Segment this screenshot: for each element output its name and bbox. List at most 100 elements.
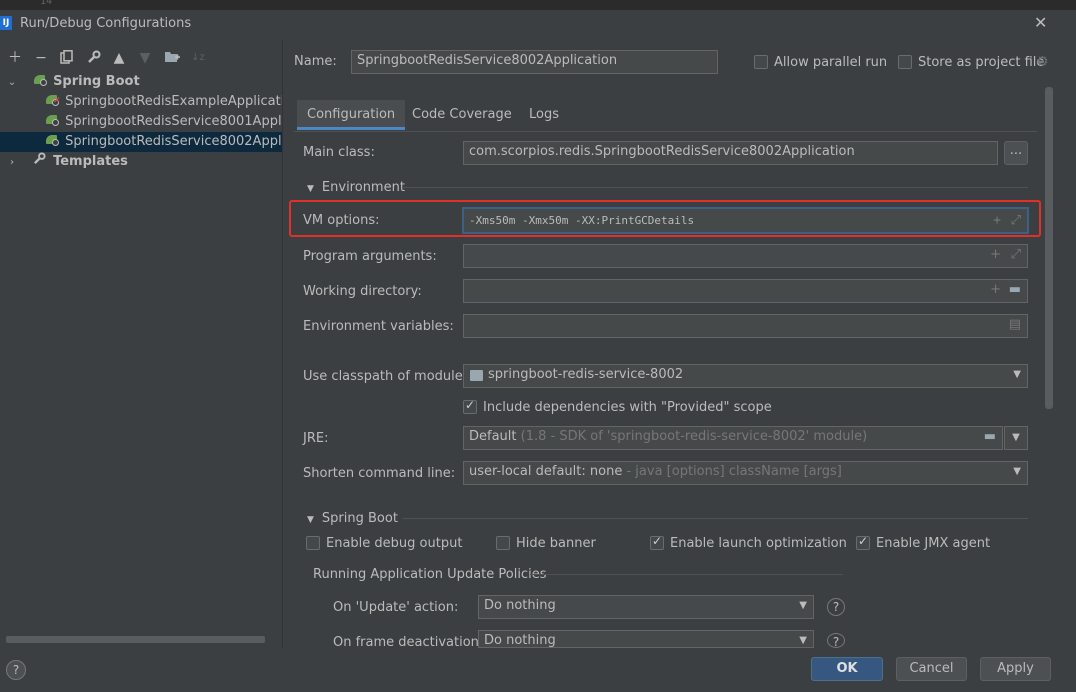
spring-boot-icon <box>33 74 49 86</box>
spring-boot-section-label: Spring Boot <box>321 511 398 526</box>
allow-parallel-label: Allow parallel run <box>774 55 888 70</box>
folder-icon[interactable]: ▬ <box>984 427 996 447</box>
jre-input[interactable]: Default (1.8 - SDK of 'springboot-redis-… <box>463 426 1003 450</box>
main-class-label: Main class: <box>303 145 375 160</box>
shorten-select[interactable]: user-local default: none - java [options… <box>463 461 1028 485</box>
jre-label: JRE: <box>303 431 329 446</box>
splitter[interactable] <box>282 40 283 650</box>
help-icon[interactable]: ? <box>827 633 845 649</box>
expand-plus-icon[interactable]: + <box>990 245 1001 265</box>
classpath-select[interactable]: springboot-redis-service-8002 ▼ <box>463 364 1028 388</box>
apply-button[interactable]: Apply <box>980 657 1051 681</box>
tree-item-example-app[interactable]: ✕ SpringbootRedisExampleApplication <box>0 92 282 112</box>
chevron-right-icon[interactable]: › <box>6 153 18 172</box>
tab-code-coverage[interactable]: Code Coverage <box>402 100 522 130</box>
on-update-select[interactable]: Do nothing ▼ <box>478 595 814 619</box>
launch-optimization-label: Enable launch optimization <box>670 536 847 551</box>
on-update-value: Do nothing <box>484 598 556 613</box>
module-folder-icon <box>470 370 483 381</box>
shorten-value: user-local default: none <box>469 464 623 479</box>
store-as-file-checkbox[interactable] <box>898 55 912 69</box>
working-dir-label: Working directory: <box>303 284 422 299</box>
tree-item-service-8001[interactable]: SpringbootRedisService8001Application <box>0 112 282 132</box>
wrench-icon[interactable] <box>86 50 102 66</box>
chevron-down-icon[interactable]: ▼ <box>1013 365 1021 385</box>
on-frame-select[interactable]: Do nothing ▼ <box>478 630 814 648</box>
main-class-input[interactable]: com.scorpios.redis.SpringbootRedisServic… <box>463 141 998 165</box>
classpath-label: Use classpath of module: <box>303 369 468 384</box>
spring-boot-divider <box>402 518 1028 519</box>
chevron-down-icon[interactable]: ⌄ <box>6 73 18 92</box>
browse-button[interactable]: ... <box>1004 141 1028 165</box>
tree-horizontal-scrollbar[interactable] <box>6 636 265 643</box>
intellij-icon: IJ <box>0 16 12 30</box>
chevron-down-icon[interactable]: ▼ <box>799 631 807 647</box>
folder-icon[interactable]: ▬ <box>1009 280 1021 300</box>
shorten-label: Shorten command line: <box>303 466 456 481</box>
tree-item-templates[interactable]: › Templates <box>0 152 282 172</box>
tree-item-label: SpringbootRedisService8001Application <box>65 114 282 129</box>
name-label: Name: <box>294 54 337 69</box>
launch-optimization-checkbox[interactable] <box>650 534 664 550</box>
expand-plus-icon[interactable]: + <box>990 280 1001 300</box>
classpath-value: springboot-redis-service-8002 <box>488 367 684 382</box>
tree-item-label: SpringbootRedisService8002Application <box>65 134 282 149</box>
tab-logs[interactable]: Logs <box>519 100 569 130</box>
cancel-button[interactable]: Cancel <box>896 657 967 681</box>
add-icon[interactable]: ＋ <box>7 50 23 66</box>
env-vars-label: Environment variables: <box>303 319 454 334</box>
chevron-down-icon[interactable]: ▼ <box>799 596 807 616</box>
enable-debug-label: Enable debug output <box>326 536 463 551</box>
move-up-icon[interactable]: ▲ <box>111 50 127 66</box>
ok-button[interactable]: OK <box>811 657 883 681</box>
triangle-down-icon: ▼ <box>307 515 314 525</box>
configuration-tree: ⌄ Spring Boot ✕ SpringbootRedisExampleAp… <box>0 72 282 647</box>
gear-icon[interactable]: ⚙ <box>1036 54 1049 70</box>
program-args-input[interactable]: + ⤢ <box>463 244 1028 268</box>
new-folder-icon[interactable] <box>164 50 180 66</box>
run-debug-dialog: 14 IJ Run/Debug Configurations ✕ ＋ − ▲ ▼… <box>0 0 1076 692</box>
environment-section[interactable]: ▼ Environment <box>307 180 405 195</box>
config-vertical-scrollbar[interactable] <box>1045 87 1053 409</box>
tree-item-service-8002[interactable]: SpringbootRedisService8002Application <box>0 132 282 152</box>
remove-icon[interactable]: − <box>33 50 49 66</box>
tab-configuration[interactable]: Configuration <box>297 100 406 130</box>
tabs-divider <box>294 131 1037 132</box>
spring-boot-icon <box>45 114 61 126</box>
include-deps-checkbox[interactable] <box>463 398 477 414</box>
spring-boot-section[interactable]: ▼ Spring Boot <box>307 511 398 526</box>
chevron-down-icon[interactable]: ▼ <box>1013 462 1021 482</box>
jmx-agent-label: Enable JMX agent <box>876 536 991 551</box>
working-dir-input[interactable]: + ▬ <box>463 279 1028 303</box>
highlight-box <box>289 200 1041 237</box>
tree-item-spring-boot[interactable]: ⌄ Spring Boot <box>0 72 282 92</box>
enable-debug-checkbox[interactable] <box>306 536 320 550</box>
sort-icon[interactable]: ↓z <box>190 50 206 66</box>
hide-banner-label: Hide banner <box>516 536 596 551</box>
tree-item-label: Spring Boot <box>53 74 140 89</box>
triangle-down-icon: ▼ <box>307 184 314 194</box>
environment-divider <box>402 187 1028 188</box>
tree-item-label: Templates <box>53 154 128 169</box>
help-icon[interactable]: ? <box>6 660 26 680</box>
env-vars-input[interactable]: ▤ <box>463 314 1028 338</box>
expand-icon[interactable]: ⤢ <box>1011 245 1021 265</box>
on-frame-value: Do nothing <box>484 633 556 648</box>
jre-value: Default <box>469 429 517 444</box>
copy-icon[interactable] <box>59 50 75 66</box>
jre-dropdown-button[interactable]: ▼ <box>1004 426 1028 450</box>
line-number: 14 <box>40 0 53 7</box>
close-icon[interactable]: ✕ <box>1034 13 1050 33</box>
window-title: Run/Debug Configurations <box>20 16 192 31</box>
program-args-label: Program arguments: <box>303 249 437 264</box>
include-deps-label: Include dependencies with "Provided" sco… <box>483 400 772 415</box>
allow-parallel-checkbox[interactable] <box>754 55 768 69</box>
name-input[interactable]: SpringbootRedisService8002Application <box>351 50 718 74</box>
jmx-agent-checkbox[interactable] <box>856 534 870 550</box>
shorten-hint: - java [options] className [args] <box>626 464 842 479</box>
move-down-icon[interactable]: ▼ <box>137 50 153 66</box>
document-icon[interactable]: ▤ <box>1009 315 1021 335</box>
help-icon[interactable]: ? <box>827 598 845 616</box>
hide-banner-checkbox[interactable] <box>496 536 510 550</box>
tree-item-label: SpringbootRedisExampleApplication <box>65 94 282 109</box>
